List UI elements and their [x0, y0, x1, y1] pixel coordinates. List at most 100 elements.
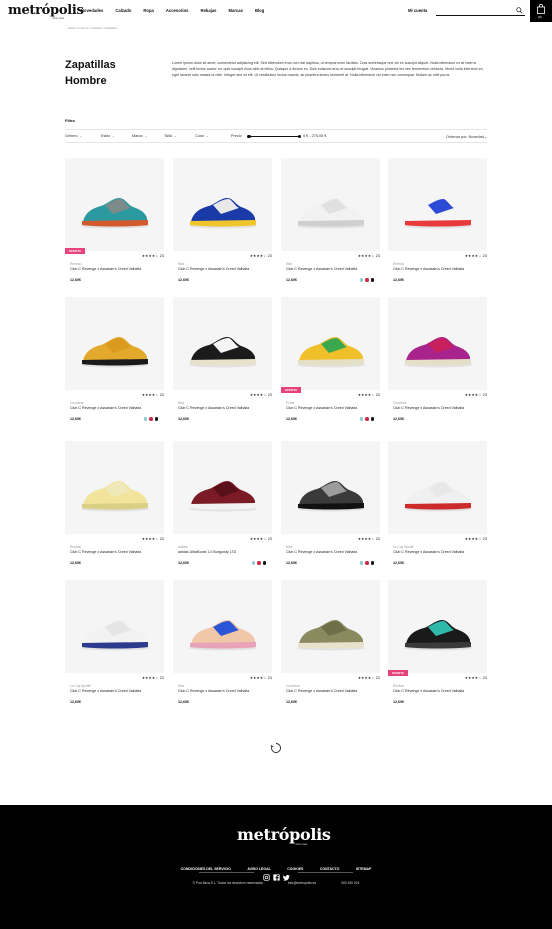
- product-card[interactable]: ★★★★☆ 23 Reebok Club C Revenge x Assassin'…: [388, 158, 487, 288]
- color-swatch[interactable]: [359, 561, 363, 565]
- search-icon[interactable]: [516, 7, 523, 14]
- nav-rebajas[interactable]: Rebajas: [200, 8, 216, 13]
- product-card[interactable]: OFERTA ★★★★☆ 23 Puma Club C Revenge x Assas…: [281, 297, 380, 427]
- product-name[interactable]: Club C Revenge x Assassin's Creed Valhal…: [286, 406, 357, 410]
- color-swatch[interactable]: [251, 561, 255, 565]
- product-name[interactable]: Club C Revenge x Assassin's Creed Valhal…: [393, 406, 464, 410]
- product-image[interactable]: [173, 158, 272, 251]
- product-card[interactable]: ★★★★☆ 23 Nike Club C Revenge x Assassin's …: [281, 441, 380, 571]
- product-image[interactable]: [173, 297, 272, 390]
- product-name[interactable]: Club C Revenge x Assassin's Creed Valhal…: [286, 267, 357, 271]
- color-swatch[interactable]: [370, 278, 374, 282]
- color-swatch[interactable]: [262, 561, 266, 565]
- product-name[interactable]: Club C Revenge x Assassin's Creed Valhal…: [178, 689, 249, 693]
- page-title-line1: Zapatillas: [65, 59, 116, 71]
- color-swatch[interactable]: [370, 417, 374, 421]
- product-name[interactable]: Club C Revenge x Assassin's Creed Valhal…: [286, 689, 357, 693]
- product-name[interactable]: adidas UltraBoost 1.0 Burgundy LTD: [178, 550, 236, 554]
- product-image[interactable]: [388, 441, 487, 534]
- product-image[interactable]: [281, 158, 380, 251]
- product-card[interactable]: OFERTA ★★★★☆ 23 Reebok Club C Revenge x Ass…: [65, 158, 164, 288]
- nav-blog[interactable]: Blog: [255, 8, 264, 13]
- product-image[interactable]: [65, 158, 164, 251]
- filter-estilo[interactable]: Estilo ⌄: [101, 134, 115, 138]
- nav-accesorios[interactable]: Accesorios: [166, 8, 189, 13]
- product-name[interactable]: Club C Revenge x Assassin's Creed Valhal…: [393, 267, 464, 271]
- color-swatch[interactable]: [143, 417, 147, 421]
- color-swatch[interactable]: [257, 561, 261, 565]
- footer-email[interactable]: info@metropolis.es: [288, 881, 316, 885]
- color-swatch[interactable]: [365, 278, 369, 282]
- price-slider-min-handle[interactable]: [247, 134, 251, 139]
- product-name[interactable]: Club C Revenge x Assassin's Creed Valhal…: [178, 406, 249, 410]
- color-swatch[interactable]: [154, 417, 158, 421]
- product-image[interactable]: [173, 580, 272, 673]
- footer-link-condiciones[interactable]: CONDICIONES DEL SERVICIO: [181, 867, 231, 871]
- color-swatch[interactable]: [370, 561, 374, 565]
- breadcrumb[interactable]: Estás en Home / Calzado / Zapatillas: [68, 26, 117, 30]
- color-swatch[interactable]: [149, 417, 153, 421]
- filter-genero[interactable]: Género ⌄: [65, 134, 82, 138]
- product-card[interactable]: OFERTA ★★★★☆ 23 Reebok Club C Revenge x Ass…: [388, 580, 487, 710]
- product-name[interactable]: Club C Revenge x Assassin's Creed Valhal…: [178, 267, 249, 271]
- account-link[interactable]: Mi cuenta: [408, 8, 427, 13]
- product-image[interactable]: [281, 297, 380, 390]
- product-name[interactable]: Club C Revenge x Assassin's Creed Valhal…: [393, 550, 464, 554]
- color-swatch[interactable]: [359, 278, 363, 282]
- sort-select-label: Ordenar por: Novedad: [446, 135, 484, 139]
- product-image[interactable]: [281, 580, 380, 673]
- product-card[interactable]: ★★★★☆ 23 Adidas adidas UltraBoost 1.0 Burg…: [173, 441, 272, 571]
- price-slider-max-handle[interactable]: [297, 134, 301, 139]
- price-slider[interactable]: [247, 134, 301, 139]
- filter-color[interactable]: Color ⌄: [195, 134, 209, 138]
- loading-spinner-icon: [270, 743, 281, 753]
- filter-marca[interactable]: Marca ⌄: [132, 134, 147, 138]
- cart-button[interactable]: (0): [530, 0, 552, 22]
- nav-calzado[interactable]: Calzado: [115, 8, 131, 13]
- facebook-icon[interactable]: [273, 868, 280, 881]
- product-card[interactable]: ★★★★☆ 23 Le Coq Sportif Club C Revenge x A…: [65, 580, 164, 710]
- product-image[interactable]: [388, 297, 487, 390]
- product-brand: Reebok: [393, 684, 404, 688]
- color-swatch[interactable]: [365, 417, 369, 421]
- product-name[interactable]: Club C Revenge x Assassin's Creed Valhal…: [70, 267, 141, 271]
- product-name[interactable]: Club C Revenge x Assassin's Creed Valhal…: [286, 550, 357, 554]
- product-image[interactable]: [388, 158, 487, 251]
- product-name[interactable]: Club C Revenge x Assassin's Creed Valhal…: [70, 550, 141, 554]
- color-swatch[interactable]: [359, 417, 363, 421]
- product-card[interactable]: ★★★★☆ 23 Converse Club C Revenge x Assassi…: [388, 297, 487, 427]
- product-card[interactable]: ★★★★☆ 23 Reebok Club C Revenge x Assassin'…: [65, 441, 164, 571]
- footer-phone[interactable]: 000 250 024: [341, 881, 359, 885]
- sort-select[interactable]: Ordenar por: Novedad⌄: [446, 134, 487, 139]
- product-image[interactable]: [65, 297, 164, 390]
- product-card[interactable]: ★★★★☆ 23 Converse Club C Revenge x Assassi…: [281, 580, 380, 710]
- product-card[interactable]: ★★★★☆ 23 Le Coq Sportif Club C Revenge x A…: [388, 441, 487, 571]
- footer-link-sitemap[interactable]: SITEMAP: [356, 867, 372, 871]
- footer-link-contacto[interactable]: CONTACTO: [320, 867, 340, 871]
- instagram-icon[interactable]: [263, 868, 270, 881]
- rating-stars: ★★★★☆ 23: [249, 254, 272, 258]
- nav-novedades[interactable]: Novedades: [81, 8, 103, 13]
- filter-talla[interactable]: Talla ⌄: [164, 134, 176, 138]
- twitter-icon[interactable]: [283, 868, 290, 881]
- product-card[interactable]: ★★★★☆ 23 Nike Club C Revenge x Assassin's …: [173, 297, 272, 427]
- nav-marcas[interactable]: Marcas: [229, 8, 243, 13]
- product-card[interactable]: ★★★★☆ 23 Nike Club C Revenge x Assassin's …: [173, 580, 272, 710]
- product-card[interactable]: ★★★★☆ 23 Nike Club C Revenge x Assassin's …: [173, 158, 272, 288]
- product-name[interactable]: Club C Revenge x Assassin's Creed Valhal…: [70, 406, 141, 410]
- search-input[interactable]: [436, 6, 525, 16]
- product-image[interactable]: [281, 441, 380, 534]
- color-swatch[interactable]: [365, 561, 369, 565]
- product-card[interactable]: ★★★★☆ 23 Nike Club C Revenge x Assassin's …: [281, 158, 380, 288]
- nav-ropa[interactable]: Ropa: [143, 8, 153, 13]
- product-image[interactable]: [388, 580, 487, 673]
- product-image[interactable]: [65, 580, 164, 673]
- product-name[interactable]: Club C Revenge x Assassin's Creed Valhal…: [70, 689, 141, 693]
- footer-logo[interactable]: metrópolis: [237, 825, 331, 844]
- site-header: metrópolis urban wear Novedades Calzado …: [0, 0, 552, 22]
- product-image[interactable]: [173, 441, 272, 534]
- site-logo[interactable]: metrópolis: [8, 3, 84, 18]
- product-name[interactable]: Club C Revenge x Assassin's Creed Valhal…: [393, 689, 464, 693]
- product-image[interactable]: [65, 441, 164, 534]
- product-card[interactable]: ★★★★☆ 23 Converse Club C Revenge x Assassi…: [65, 297, 164, 427]
